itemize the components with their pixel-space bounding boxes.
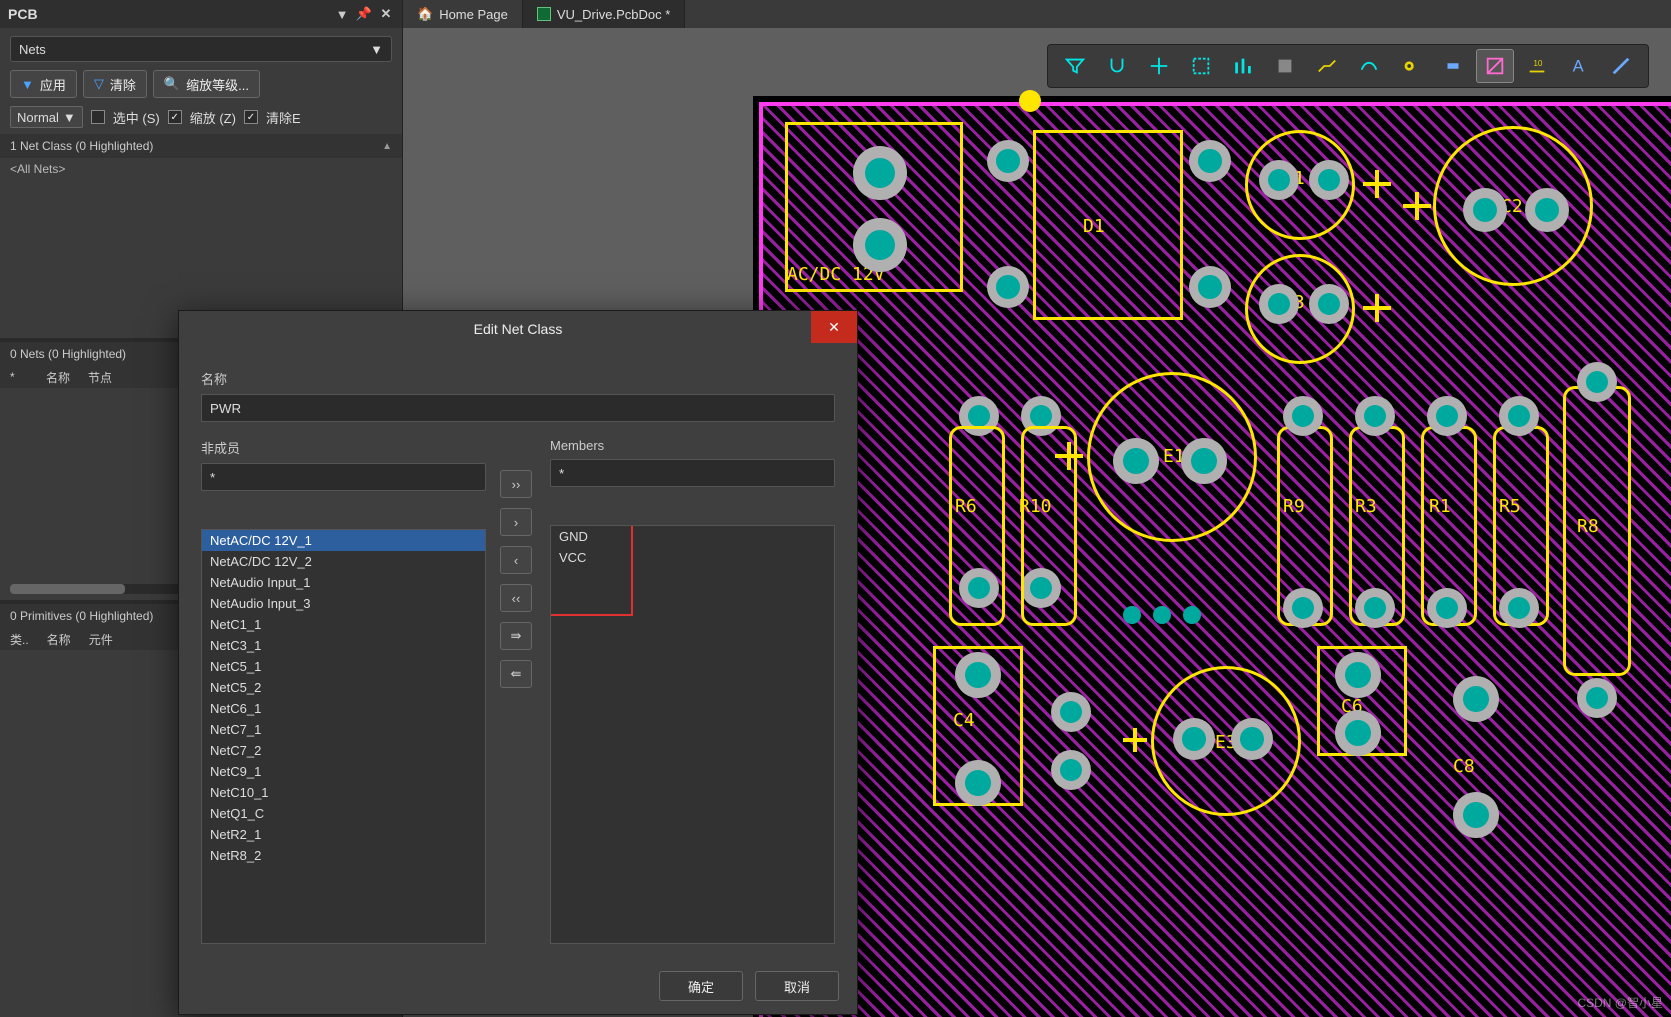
funnel-clear-icon: ▽: [94, 76, 104, 92]
list-item[interactable]: NetC9_1: [202, 761, 485, 782]
edit-net-class-dialog: Edit Net Class ✕ 名称 非成员 NetAC/DC 12V_1Ne…: [178, 310, 858, 1015]
align-icon[interactable]: [1224, 49, 1262, 83]
nonmembers-filter[interactable]: [201, 463, 486, 491]
pcbdoc-icon: [537, 7, 551, 21]
list-item[interactable]: NetQ1_C: [202, 803, 485, 824]
name-label: 名称: [201, 369, 835, 388]
list-item[interactable]: NetC7_1: [202, 719, 485, 740]
via-icon[interactable]: [1476, 49, 1514, 83]
component-icon[interactable]: [1266, 49, 1304, 83]
list-item[interactable]: NetC5_1: [202, 656, 485, 677]
snap-icon[interactable]: [1098, 49, 1136, 83]
move-right-all-button[interactable]: ››: [500, 470, 532, 498]
pad-icon[interactable]: [1434, 49, 1472, 83]
tab-home[interactable]: 🏠Home Page: [403, 0, 523, 28]
list-item[interactable]: NetC1_1: [202, 614, 485, 635]
list-item[interactable]: NetAC/DC 12V_1: [202, 530, 485, 551]
swap-right-button[interactable]: ⇛: [500, 622, 532, 650]
hole-icon[interactable]: [1392, 49, 1430, 83]
line-icon[interactable]: [1602, 49, 1640, 83]
route-icon[interactable]: [1308, 49, 1346, 83]
dialog-title: Edit Net Class: [474, 321, 563, 337]
move-left-all-button[interactable]: ‹‹: [500, 584, 532, 612]
chevron-down-icon: ▼: [63, 110, 76, 125]
list-item[interactable]: NetAudio Input_1: [202, 572, 485, 593]
clear-checkbox[interactable]: [244, 110, 258, 124]
chevron-down-icon: ▼: [370, 42, 383, 57]
dropdown-icon[interactable]: ▼: [334, 6, 350, 22]
combo-value: Nets: [19, 42, 46, 57]
normal-combo[interactable]: Normal▼: [10, 106, 83, 128]
net-icon[interactable]: [1350, 49, 1388, 83]
pcb-board: AC/DC 12V D1 C1 C3: [753, 96, 1671, 1017]
select-checkbox[interactable]: [91, 110, 105, 124]
members-list[interactable]: GNDVCC: [550, 525, 835, 944]
collapse-icon[interactable]: ▲: [382, 141, 392, 152]
list-item[interactable]: NetC7_2: [202, 740, 485, 761]
tab-document[interactable]: VU_Drive.PcbDoc *: [523, 0, 685, 28]
nonmembers-label: 非成员: [201, 438, 486, 457]
nonmembers-list[interactable]: NetAC/DC 12V_1NetAC/DC 12V_2NetAudio Inp…: [201, 529, 486, 944]
magnifier-icon: 🔍: [164, 76, 180, 92]
list-item[interactable]: NetAC/DC 12V_2: [202, 551, 485, 572]
zoom-checkbox[interactable]: [168, 110, 182, 124]
crosshair-icon[interactable]: [1140, 49, 1178, 83]
select-rect-icon[interactable]: [1182, 49, 1220, 83]
svg-text:A: A: [1573, 58, 1584, 76]
dimension-icon[interactable]: 10: [1518, 49, 1556, 83]
swap-left-button[interactable]: ⇚: [500, 660, 532, 688]
list-item[interactable]: NetR8_2: [202, 845, 485, 866]
list-item[interactable]: GND: [551, 526, 834, 547]
filter-icon[interactable]: [1056, 49, 1094, 83]
list-item[interactable]: <All Nets>: [10, 162, 392, 176]
move-right-button[interactable]: ›: [500, 508, 532, 536]
list-item[interactable]: VCC: [551, 547, 834, 568]
pin-icon[interactable]: 📌: [356, 6, 372, 22]
members-filter[interactable]: [550, 459, 835, 487]
dialog-close-button[interactable]: ✕: [811, 311, 857, 343]
dialog-title-bar[interactable]: Edit Net Class ✕: [179, 311, 857, 347]
home-icon: 🏠: [417, 6, 433, 22]
close-icon[interactable]: ✕: [378, 6, 394, 22]
mode-combo[interactable]: Nets ▼: [10, 36, 392, 62]
clear-button[interactable]: ▽清除: [83, 70, 147, 98]
panel-title: PCB: [8, 6, 328, 22]
cancel-button[interactable]: 取消: [755, 971, 839, 1001]
list-item[interactable]: NetC5_2: [202, 677, 485, 698]
list-item[interactable]: NetC10_1: [202, 782, 485, 803]
panel-header: PCB ▼ 📌 ✕: [0, 0, 402, 28]
netclass-header[interactable]: 1 Net Class (0 Highlighted)▲: [0, 134, 402, 158]
list-item[interactable]: NetAudio Input_3: [202, 593, 485, 614]
class-name-input[interactable]: [201, 394, 835, 422]
list-item[interactable]: NetC6_1: [202, 698, 485, 719]
move-left-button[interactable]: ‹: [500, 546, 532, 574]
svg-text:10: 10: [1533, 59, 1543, 68]
ok-button[interactable]: 确定: [659, 971, 743, 1001]
text-icon[interactable]: A: [1560, 49, 1598, 83]
funnel-icon: ▼: [21, 77, 34, 92]
list-item[interactable]: NetR2_1: [202, 824, 485, 845]
document-tabs: 🏠Home Page VU_Drive.PcbDoc *: [403, 0, 1671, 28]
list-item[interactable]: NetC3_1: [202, 635, 485, 656]
active-bar: 10 A: [1047, 44, 1649, 88]
apply-button[interactable]: ▼应用: [10, 70, 77, 98]
zoom-level-button[interactable]: 🔍缩放等级...: [153, 70, 260, 98]
members-label: Members: [550, 438, 835, 453]
watermark: CSDN @智小星: [1577, 994, 1663, 1011]
